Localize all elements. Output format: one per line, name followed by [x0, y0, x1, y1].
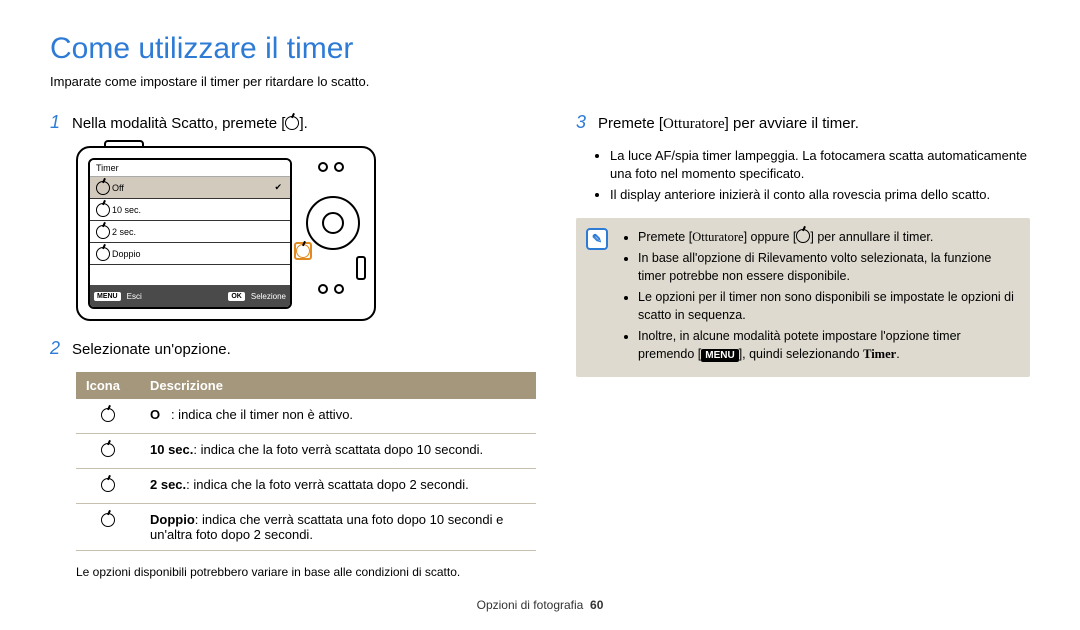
row-desc: : indica che il timer non è attivo. [171, 407, 353, 422]
lcd-row-off: Off [90, 177, 290, 199]
timer-icon [285, 116, 299, 130]
step-1-text: Nella modalità Scatto, premete []. [72, 113, 308, 134]
step-2: 2 Selezionate un'opzione. [50, 339, 536, 360]
lcd-title: Timer [90, 160, 290, 177]
table-row: 10 sec.: indica che la foto verrà scatta… [76, 434, 536, 469]
th-desc: Descrizione [140, 372, 536, 399]
timer-2-icon [101, 478, 115, 492]
step-3-bullets: La luce AF/spia timer lampeggia. La foto… [576, 147, 1030, 204]
table-footnote: Le opzioni disponibili potrebbero variar… [76, 565, 536, 579]
camera-top-buttons [318, 162, 344, 172]
row-strong: 10 sec. [150, 442, 193, 457]
menu-tag: MENU [94, 292, 121, 301]
step-number: 3 [576, 113, 590, 135]
row-desc: : indica che la foto verrà scattata dopo… [193, 442, 483, 457]
row-strong: 2 sec. [150, 477, 186, 492]
timer-10-icon [96, 203, 110, 217]
step-3-text: Premete [Otturatore] per avviare il time… [598, 113, 859, 135]
timer-10-icon [101, 443, 115, 457]
t: . [896, 347, 899, 361]
timer-2-icon [96, 225, 110, 239]
table-row: 2 sec.: indica che la foto verrà scattat… [76, 469, 536, 504]
shutter-label: Otturatore [663, 116, 725, 132]
step-number: 1 [50, 113, 64, 134]
table-row: O : indica che il timer non è attivo. [76, 399, 536, 434]
step-1: 1 Nella modalità Scatto, premete []. [50, 113, 536, 134]
lcd-row-label: 2 sec. [112, 227, 136, 237]
timer-double-icon [96, 247, 110, 261]
note-item: Inoltre, in alcune modalità potete impos… [638, 327, 1016, 364]
lcd-row-label: Doppio [112, 249, 141, 259]
page-footer: Opzioni di fotografia 60 [0, 598, 1080, 612]
list-item: La luce AF/spia timer lampeggia. La foto… [610, 147, 1030, 182]
timer-off-icon [101, 408, 115, 422]
camera-illustration: Timer Off 10 sec. 2 sec. Doppio MENU Esc… [76, 146, 536, 321]
t: Premete [ [638, 230, 692, 244]
step-3: 3 Premete [Otturatore] per avviare il ti… [576, 113, 1030, 135]
page-title: Come utilizzare il timer [50, 32, 1030, 66]
lcd-row-label: Off [112, 183, 124, 193]
row-desc: : indica che verrà scattata una foto dop… [150, 512, 503, 542]
page-subtitle: Imparate come impostare il timer per rit… [50, 74, 1030, 89]
t: Premete [ [598, 115, 663, 132]
timer-off-icon [96, 181, 110, 195]
options-table: Icona Descrizione O : indica che il time… [76, 372, 536, 551]
note-box: ✎ Premete [Otturatore] oppure [ ] per ann… [576, 218, 1030, 377]
ok-tag: OK [228, 292, 245, 301]
camera-bottom-buttons [318, 284, 344, 294]
step-2-text: Selezionate un'opzione. [72, 339, 231, 360]
camera-dpad [306, 196, 360, 250]
step-1-text-after: ]. [299, 115, 307, 132]
row-strong: O [150, 407, 171, 422]
row-desc: : indica che la foto verrà scattata dopo… [186, 477, 469, 492]
highlight-right-button [294, 242, 312, 260]
page-number: 60 [590, 598, 603, 612]
list-item: Il display anteriore inizierà il conto a… [610, 186, 1030, 204]
timer-icon [796, 229, 810, 243]
note-item: Premete [Otturatore] oppure [ ] per annul… [638, 228, 1016, 246]
timer-double-icon [101, 513, 115, 527]
t: ], quindi selezionando [739, 347, 863, 361]
camera-side-control [356, 256, 366, 280]
lcd-footer-select: Selezione [251, 292, 286, 301]
step-1-text-before: Nella modalità Scatto, premete [ [72, 115, 285, 132]
th-icon: Icona [76, 372, 140, 399]
row-strong: Doppio [150, 512, 195, 527]
t: ] oppure [ [744, 230, 797, 244]
timer-icon [296, 244, 310, 258]
lcd-row-label: 10 sec. [112, 205, 141, 215]
timer-word: Timer [863, 347, 896, 361]
lcd-row-2s: 2 sec. [90, 221, 290, 243]
shutter-label: Otturatore [692, 230, 743, 244]
note-item: Le opzioni per il timer non sono disponi… [638, 288, 1016, 324]
lcd-row-10s: 10 sec. [90, 199, 290, 221]
footer-section: Opzioni di fotografia [477, 598, 584, 612]
menu-tag: MENU [701, 349, 738, 362]
step-number: 2 [50, 339, 64, 360]
t: ] per avviare il timer. [725, 115, 859, 132]
lcd-footer: MENU Esci OK Selezione [90, 285, 290, 307]
note-item: In base all'opzione di Rilevamento volto… [638, 249, 1016, 285]
note-icon: ✎ [586, 228, 608, 250]
lcd-footer-exit: Esci [127, 292, 142, 301]
t: ] per annullare il timer. [810, 230, 933, 244]
lcd-row-doppio: Doppio [90, 243, 290, 265]
table-row: Doppio: indica che verrà scattata una fo… [76, 504, 536, 551]
